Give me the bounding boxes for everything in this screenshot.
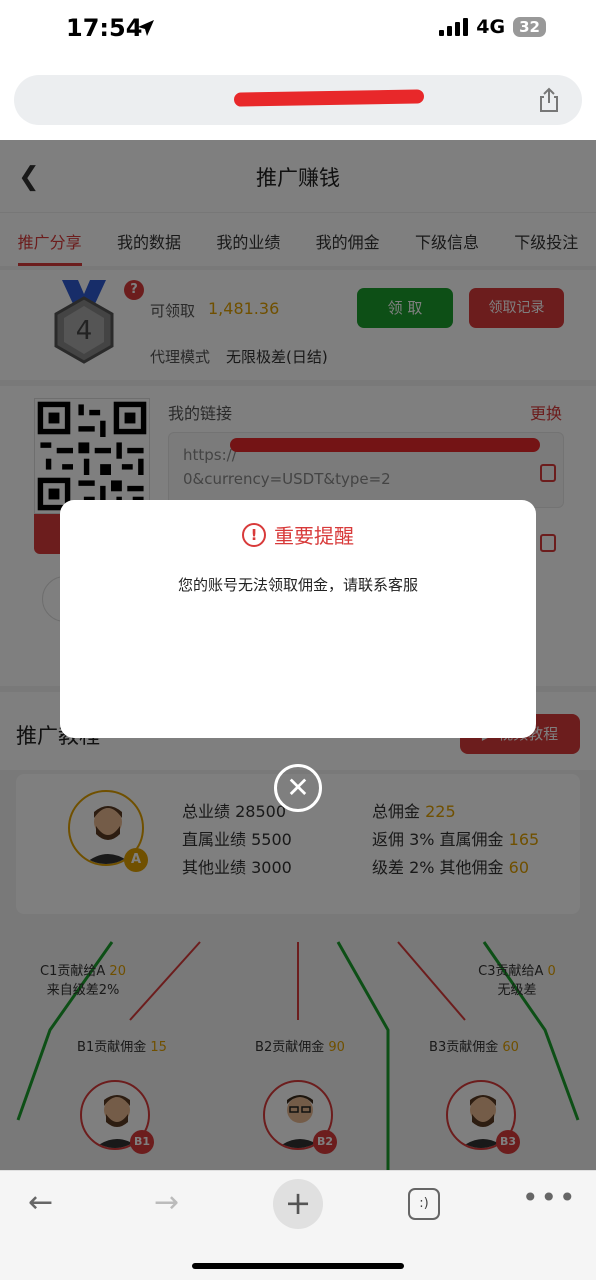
alert-modal: ! 重要提醒 您的账号无法领取佣金，请联系客服	[60, 500, 536, 738]
status-time: 17:54	[66, 14, 143, 42]
network-type: 4G	[476, 16, 506, 38]
address-bar[interactable]	[14, 75, 582, 125]
modal-message: 您的账号无法领取佣金，请联系客服	[177, 576, 418, 594]
status-bar: 17:54 4G 32	[0, 0, 596, 60]
modal-title: 重要提醒	[274, 524, 354, 548]
signal-icon	[439, 18, 469, 36]
exclamation-circle-icon: !	[242, 522, 266, 547]
modal-header: ! 重要提醒	[60, 520, 536, 549]
location-arrow-icon	[138, 20, 154, 36]
home-indicator	[192, 1263, 404, 1269]
battery-indicator: 32	[513, 17, 546, 37]
redacted-url-mark	[233, 89, 425, 107]
forward-arrow-icon[interactable]: →	[154, 1185, 179, 1220]
more-options-icon[interactable]: •••	[522, 1181, 578, 1214]
browser-toolbar: ← → + :) •••	[0, 1170, 596, 1280]
tabs-button[interactable]: :)	[408, 1188, 440, 1220]
share-icon[interactable]	[536, 87, 562, 113]
new-tab-button[interactable]: +	[273, 1179, 323, 1229]
close-circle-icon[interactable]: ✕	[274, 764, 322, 812]
back-arrow-icon[interactable]: ←	[28, 1185, 53, 1220]
